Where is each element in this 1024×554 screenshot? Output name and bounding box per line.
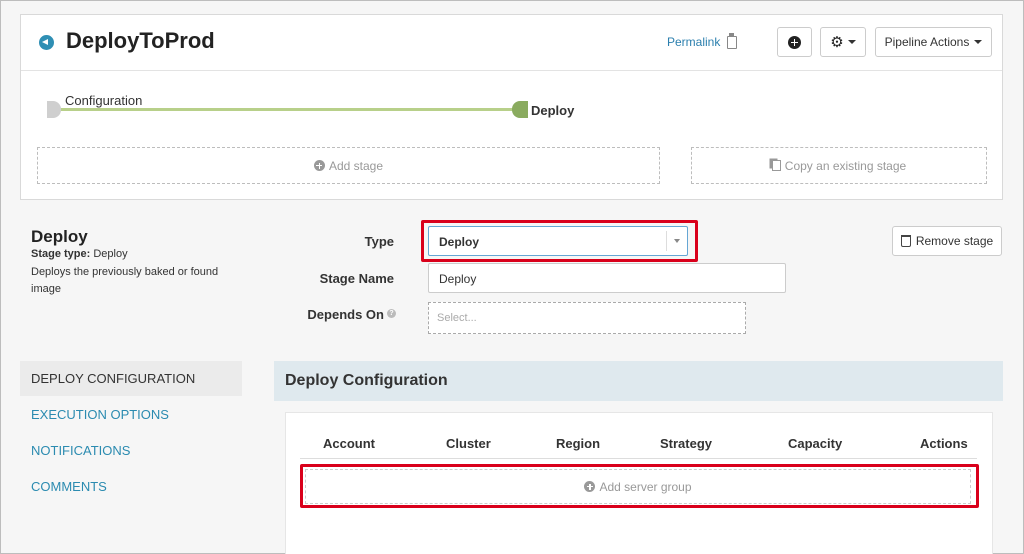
copy-stage-button[interactable]: Copy an existing stage [691,147,987,184]
stage-name-input[interactable]: Deploy [428,263,786,293]
chevron-down-icon [674,239,680,243]
permalink-link[interactable]: Permalink [667,35,720,49]
caret-down-icon [974,40,983,44]
plus-circle-icon [313,160,325,171]
type-label: Type [364,234,394,249]
column-header-account: Account [323,436,375,451]
stage-node-configuration[interactable] [47,101,61,118]
table-divider [300,458,977,459]
add-server-group-label: Add server group [599,479,692,494]
stage-type-text: Stage type: Deploy [31,248,128,260]
copy-icon [771,160,781,171]
stage-type-value: Deploy [93,248,128,260]
select-divider [666,231,667,251]
nav-item-notifications[interactable]: NOTIFICATIONS [20,433,242,468]
column-header-actions: Actions [920,436,968,451]
stage-name-label: Stage Name [319,271,394,286]
column-header-cluster: Cluster [446,436,491,451]
add-server-group-button[interactable]: Add server group [305,469,971,504]
pipeline-header-bar: DeployToProd Permalink ⚙ Pipeline Action… [21,15,1002,71]
settings-button[interactable]: ⚙ [820,27,866,57]
column-header-capacity: Capacity [788,436,843,451]
pipeline-actions-label: Pipeline Actions [884,35,970,49]
pipeline-title: DeployToProd [66,28,215,53]
type-select[interactable]: Deploy [428,226,688,256]
nav-item-execution-options[interactable]: EXECUTION OPTIONS [20,397,242,432]
trash-icon [900,235,911,247]
help-icon[interactable]: ? [387,309,396,318]
type-select-value: Deploy [439,235,480,249]
depends-on-select[interactable]: Select... [428,302,746,334]
clipboard-icon[interactable] [727,33,737,49]
add-button[interactable] [777,27,812,57]
back-arrow-icon[interactable] [39,35,54,50]
column-header-region: Region [556,436,601,451]
stage-node-deploy[interactable] [512,101,528,118]
stage-node-label-configuration[interactable]: Configuration [65,93,142,108]
gear-icon: ⚙ [830,33,844,51]
add-stage-button[interactable]: Add stage [37,147,660,184]
deploy-configuration-header: Deploy Configuration [274,361,1003,401]
remove-stage-button[interactable]: Remove stage [892,226,1002,256]
stage-graph-connector [54,108,521,111]
add-stage-label: Add stage [328,158,384,173]
column-header-strategy: Strategy [660,436,713,451]
plus-circle-icon [584,481,596,492]
stage-node-label-deploy[interactable]: Deploy [531,103,574,118]
caret-down-icon [847,40,856,44]
pipeline-header-card: DeployToProd Permalink ⚙ Pipeline Action… [20,14,1003,200]
plus-circle-icon [788,35,801,49]
stage-heading: Deploy [31,227,88,246]
copy-stage-label: Copy an existing stage [784,158,907,173]
nav-item-comments[interactable]: COMMENTS [20,469,242,504]
remove-stage-label: Remove stage [915,234,994,248]
stage-description: Deploys the previously baked or found im… [31,266,219,295]
nav-item-deploy-configuration[interactable]: DEPLOY CONFIGURATION [20,361,242,396]
pipeline-actions-button[interactable]: Pipeline Actions [875,27,992,57]
depends-on-label: Depends On [307,307,384,322]
stage-type-label: Stage type: [31,248,91,260]
